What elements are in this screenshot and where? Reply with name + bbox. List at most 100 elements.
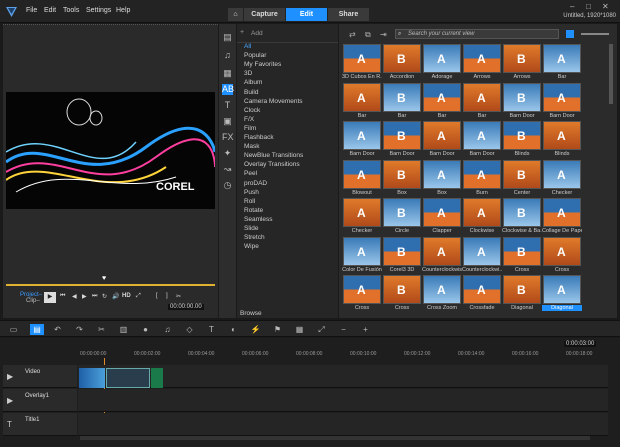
home-icon[interactable]: ⌂ [228, 8, 243, 21]
track-lane[interactable] [78, 389, 608, 412]
transition-thumbnail[interactable]: A [543, 236, 581, 266]
menu-help[interactable]: Help [116, 7, 130, 14]
category-item[interactable]: Camera Movements [244, 98, 303, 105]
track-lane[interactable] [78, 413, 608, 436]
multi-cam-icon[interactable]: ▦ [294, 324, 305, 335]
tab-edit[interactable]: Edit [286, 8, 327, 21]
clock-icon[interactable]: ◷ [222, 180, 233, 191]
transition-thumbnail[interactable]: A [423, 198, 461, 227]
transition-thumbnail[interactable]: A [423, 159, 461, 189]
menu-tools[interactable]: Tools [63, 7, 79, 14]
fit-icon[interactable]: ⤢ [316, 324, 327, 335]
category-item[interactable]: Push [244, 189, 259, 196]
track-header[interactable]: T Title1 [3, 413, 77, 436]
apply-icon[interactable]: ⇥ [380, 30, 387, 39]
transition-thumbnail[interactable]: B [383, 44, 421, 73]
repeat-icon[interactable]: ↻ [102, 293, 107, 300]
transition-thumbnail[interactable]: B [503, 121, 541, 150]
timeline-scrollbar[interactable] [80, 436, 590, 440]
track-header[interactable]: ▶ Video [3, 365, 77, 388]
transition-thumbnail[interactable]: A [543, 275, 581, 304]
transition-thumbnail[interactable]: A [343, 275, 381, 304]
preview-player[interactable]: COREL [6, 92, 215, 209]
category-item[interactable]: Film [244, 125, 256, 132]
video-clip[interactable] [79, 368, 105, 388]
sort-icon[interactable]: ⇄ [349, 30, 356, 39]
category-item[interactable]: Mask [244, 143, 260, 150]
category-item[interactable]: Stretch [244, 234, 265, 241]
transition-thumbnail[interactable]: A [463, 198, 501, 227]
transition-thumbnail[interactable]: B [383, 82, 421, 112]
transition-thumbnail[interactable]: A [343, 121, 381, 150]
transition-thumbnail[interactable]: A [463, 159, 501, 189]
category-item[interactable]: Flashback [244, 134, 274, 141]
category-item[interactable]: Slide [244, 225, 258, 232]
category-item[interactable]: Rotate [244, 207, 263, 214]
trim-icon[interactable]: ✂ [96, 324, 107, 335]
zoom-out-icon[interactable]: − [338, 324, 349, 335]
split-icon[interactable]: ✂ [176, 293, 181, 300]
audio-icon[interactable]: ↝ [222, 164, 233, 175]
transition-thumbnail[interactable]: B [503, 198, 541, 227]
tab-capture[interactable]: Capture [244, 8, 285, 21]
category-item[interactable]: Popular [244, 52, 266, 59]
scrubber-handle-icon[interactable]: ♥ [102, 275, 106, 282]
close-icon[interactable]: ✕ [602, 2, 609, 11]
menu-edit[interactable]: Edit [44, 7, 56, 14]
time-ruler[interactable]: 00:00:00:00 00:00:02:00 00:00:04:00 00:00:0… [80, 338, 610, 358]
category-item[interactable]: Overlay Transitions [244, 161, 300, 168]
category-item[interactable]: Clock [244, 107, 260, 114]
record-icon[interactable]: ● [140, 324, 151, 335]
transition-thumbnail[interactable]: B [383, 275, 421, 304]
chapter-icon[interactable]: ⚑ [272, 324, 283, 335]
category-item[interactable]: proDAD [244, 180, 267, 187]
category-item[interactable]: My Favorites [244, 61, 281, 68]
corel-clip[interactable] [151, 368, 163, 388]
library-scrollbar[interactable] [609, 44, 613, 104]
transition-thumbnail[interactable]: B [383, 121, 421, 150]
category-item[interactable]: All [244, 43, 251, 50]
transition-thumbnail[interactable]: B [383, 198, 421, 227]
transition-thumbnail[interactable]: A [343, 236, 381, 266]
enlarge-icon[interactable]: ⤢ [136, 293, 141, 300]
search-input[interactable]: Search your current view [408, 31, 474, 37]
transition-thumbnail[interactable]: A [343, 82, 381, 112]
mask-icon[interactable]: ◐ [228, 324, 239, 335]
duration-icon[interactable]: ⧉ [365, 30, 371, 40]
undo-icon[interactable]: ↶ [52, 324, 63, 335]
transition-thumbnail[interactable]: B [383, 159, 421, 189]
transition-thumbnail[interactable]: B [503, 275, 541, 304]
media-icon[interactable]: ▤ [222, 32, 233, 43]
timeline-view-icon[interactable]: ▤ [30, 324, 44, 335]
add-icon[interactable]: + [240, 29, 244, 36]
category-item[interactable]: Wipe [244, 243, 259, 250]
motion-icon[interactable]: ◇ [184, 324, 195, 335]
transition-thumbnail[interactable]: A [463, 44, 501, 73]
transition-thumbnail[interactable]: A [543, 82, 581, 112]
category-item[interactable]: F/X [244, 116, 254, 123]
thumbnail-size-slider[interactable] [581, 33, 609, 35]
mark-out-icon[interactable]: ] [166, 293, 168, 299]
volume-icon[interactable]: 🔊 [112, 293, 119, 300]
menu-file[interactable]: File [26, 7, 37, 14]
transition-thumbnail[interactable]: A [463, 121, 501, 150]
transition-thumbnail[interactable]: A [343, 159, 381, 189]
transition-thumbnail[interactable]: B [503, 44, 541, 73]
speed-icon[interactable]: ⚡ [250, 324, 261, 335]
tab-share[interactable]: Share [328, 8, 369, 21]
transition-thumbnail[interactable]: A [543, 198, 581, 227]
end-icon[interactable]: ⏭ [92, 293, 97, 300]
transition-thumbnail[interactable]: A [343, 44, 381, 73]
transition-thumbnail[interactable]: A [463, 236, 501, 266]
redo-icon[interactable]: ↷ [74, 324, 85, 335]
transition-thumbnail[interactable]: B [503, 236, 541, 266]
template-icon[interactable]: ▦ [222, 68, 233, 79]
hd-toggle[interactable]: HD [122, 293, 131, 299]
transition-thumbnail[interactable]: B [503, 82, 541, 112]
path-icon[interactable]: ✦ [222, 148, 233, 159]
category-item[interactable]: Peel [244, 170, 257, 177]
grid-view-icon[interactable] [566, 30, 574, 38]
title-icon[interactable]: T [222, 100, 233, 111]
browse-button[interactable]: Browse [240, 310, 262, 317]
transition-thumbnail[interactable]: A [423, 82, 461, 112]
